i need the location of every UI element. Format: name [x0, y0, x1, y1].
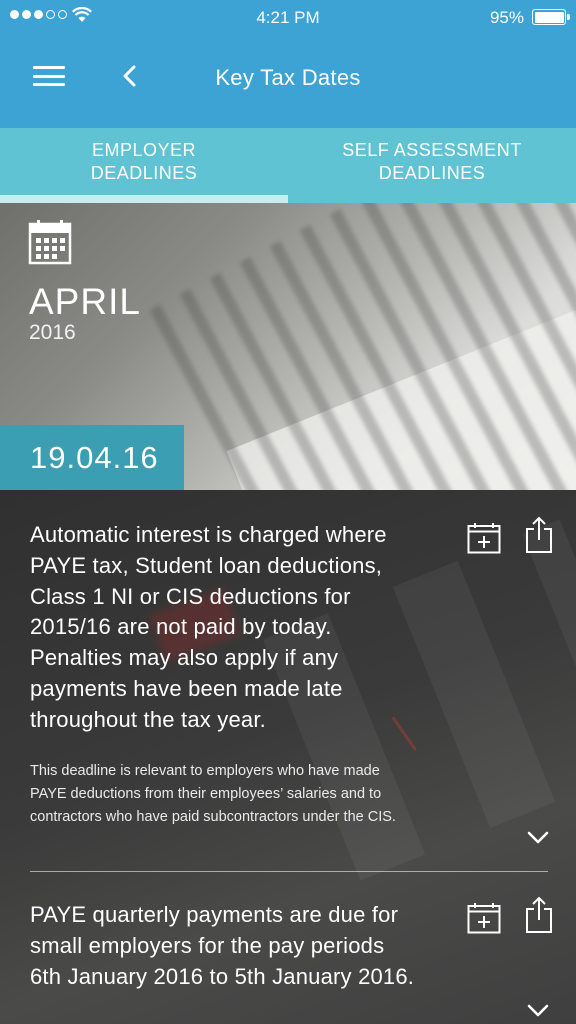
add-to-calendar-icon[interactable]	[467, 902, 501, 934]
date-label: 19.04.16	[30, 440, 159, 475]
deadline-description: PAYE quarterly payments are due for smal…	[30, 902, 415, 989]
tab-label-line2: DEADLINES	[90, 163, 198, 183]
tab-label-line2: DEADLINES	[378, 163, 486, 183]
month-label: APRIL	[29, 281, 141, 322]
chevron-down-icon[interactable]	[527, 831, 549, 845]
date-badge: 19.04.16	[0, 425, 184, 490]
tab-label-line1: SELF ASSESSMENT	[342, 140, 522, 160]
tab-employer-deadlines[interactable]: EMPLOYER DEADLINES	[0, 128, 288, 203]
chevron-down-icon[interactable]	[527, 1004, 549, 1018]
deadline-item: PAYE quarterly payments are due for smal…	[30, 896, 552, 1017]
deadline-description: Automatic interest is charged where PAYE…	[30, 522, 387, 732]
battery-icon	[532, 9, 570, 25]
calendar-icon	[28, 220, 72, 265]
tab-label-line1: EMPLOYER	[91, 140, 197, 160]
deadline-item: Automatic interest is charged where PAYE…	[30, 516, 552, 844]
add-to-calendar-icon[interactable]	[467, 522, 501, 554]
share-icon[interactable]	[525, 896, 553, 934]
divider	[30, 871, 548, 872]
deadline-note: This deadline is relevant to employers w…	[30, 762, 396, 825]
navigation-bar: Key Tax Dates	[0, 34, 576, 128]
year-label: 2016	[29, 321, 76, 344]
status-bar: 4:21 PM 95%	[0, 0, 576, 34]
tab-bar: EMPLOYER DEADLINES SELF ASSESSMENT DEADL…	[0, 128, 576, 203]
battery-percentage: 95%	[489, 8, 524, 27]
share-icon[interactable]	[525, 516, 553, 554]
tab-self-assessment-deadlines[interactable]: SELF ASSESSMENT DEADLINES	[288, 128, 576, 203]
month-header: APRIL 2016 19.04.16	[0, 203, 576, 490]
deadline-list: Automatic interest is charged where PAYE…	[0, 490, 576, 1024]
active-tab-indicator	[0, 195, 288, 203]
page-title: Key Tax Dates	[215, 65, 361, 90]
